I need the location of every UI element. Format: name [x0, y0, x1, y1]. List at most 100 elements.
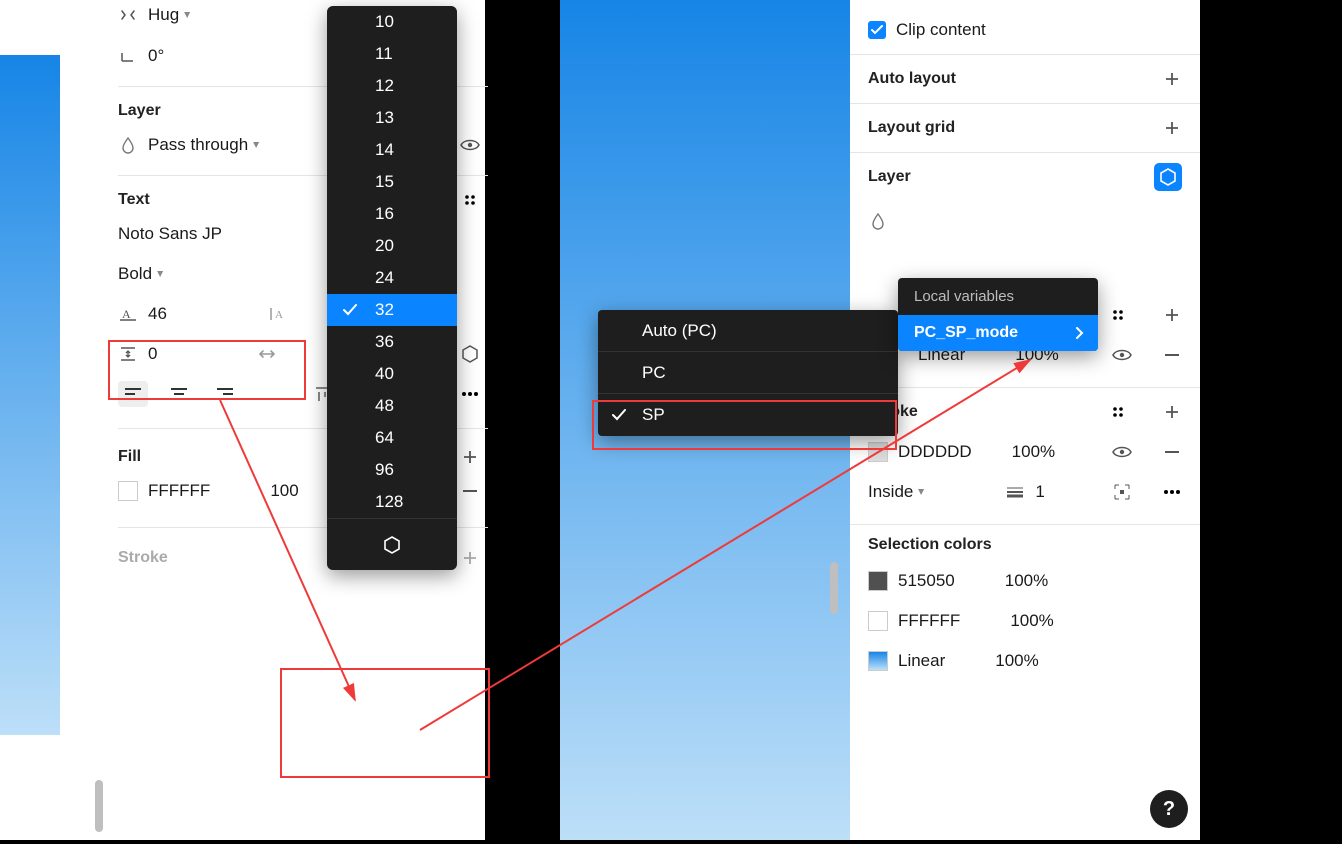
- plus-icon[interactable]: [1162, 69, 1182, 89]
- scrollbar-thumb[interactable]: [95, 780, 103, 832]
- more-icon[interactable]: [460, 384, 480, 404]
- font-size-option[interactable]: 40: [327, 358, 457, 390]
- selection-color-row[interactable]: 515050100%: [868, 561, 1182, 601]
- eye-icon[interactable]: [1112, 345, 1132, 365]
- font-size-label: 20: [375, 236, 394, 256]
- stroke-weight-value[interactable]: 1: [1035, 482, 1044, 502]
- plus-icon[interactable]: [460, 447, 480, 467]
- selection-colors-title: Selection colors: [868, 536, 992, 554]
- minus-icon[interactable]: [1162, 345, 1182, 365]
- font-size-option[interactable]: 15: [327, 166, 457, 198]
- annotation-box: [592, 400, 897, 450]
- font-size-option[interactable]: 36: [327, 326, 457, 358]
- font-size-option[interactable]: 128: [327, 486, 457, 518]
- stroke-position-select[interactable]: Inside ▸: [868, 482, 925, 502]
- stroke-position-label: Inside: [868, 482, 913, 502]
- stroke-opacity[interactable]: 100%: [1012, 442, 1055, 462]
- stroke-weight-icon: [1005, 482, 1025, 502]
- font-size-dropdown[interactable]: 10 11 12 13 14 15 16 20 24 323640 48 64 96 128: [327, 6, 457, 570]
- selection-colors-header: Selection colors: [868, 529, 1182, 561]
- font-size-option[interactable]: 96: [327, 454, 457, 486]
- font-size-label: 10: [375, 12, 394, 32]
- color-swatch[interactable]: [868, 651, 888, 671]
- selection-color-row[interactable]: Linear100%: [868, 641, 1182, 681]
- blend-mode-row[interactable]: [868, 201, 1182, 241]
- mode-auto-option[interactable]: Auto (PC): [598, 310, 898, 352]
- font-size-option[interactable]: 10: [327, 6, 457, 38]
- rotation-value[interactable]: 0°: [148, 46, 164, 66]
- fill-hex-value[interactable]: FFFFFF: [148, 481, 210, 501]
- style-dots-icon[interactable]: [460, 190, 480, 210]
- chevron-down-icon: ▸: [915, 489, 929, 495]
- design-panel-right: Clip content Auto layout Layout grid: [850, 0, 1200, 840]
- eye-icon[interactable]: [460, 135, 480, 155]
- color-swatch[interactable]: [118, 481, 138, 501]
- mode-pc-option[interactable]: PC: [598, 352, 898, 394]
- help-button[interactable]: ?: [1150, 790, 1188, 828]
- style-dots-icon[interactable]: [1108, 402, 1128, 422]
- font-size-label: 15: [375, 172, 394, 192]
- eye-icon[interactable]: [1112, 442, 1132, 462]
- resize-hug-icon: [118, 5, 138, 25]
- font-size-option[interactable]: 24: [327, 262, 457, 294]
- font-size-option[interactable]: 16: [327, 198, 457, 230]
- letter-spacing-icon: A: [267, 304, 287, 324]
- stroke-title: Stroke: [118, 549, 168, 567]
- clip-content-row[interactable]: Clip content: [868, 10, 1182, 50]
- more-icon[interactable]: [1162, 482, 1182, 502]
- font-size-option[interactable]: 48: [327, 390, 457, 422]
- color-swatch[interactable]: [868, 571, 888, 591]
- clip-content-label: Clip content: [896, 20, 986, 40]
- font-size-label: 12: [375, 76, 394, 96]
- color-hex-label: Linear: [898, 651, 945, 671]
- fill-title: Fill: [118, 448, 141, 466]
- selection-color-row[interactable]: FFFFFF 100%: [868, 601, 1182, 641]
- apply-variable-button[interactable]: [1154, 163, 1182, 191]
- scrollbar-thumb[interactable]: [830, 562, 838, 614]
- minus-icon[interactable]: [1162, 442, 1182, 462]
- font-size-label: 14: [375, 140, 394, 160]
- blend-mode-label: Pass through: [148, 135, 248, 155]
- auto-layout-header: Auto layout: [868, 59, 1182, 99]
- font-size-option[interactable]: 14: [327, 134, 457, 166]
- font-size-option[interactable]: 11: [327, 38, 457, 70]
- text-title: Text: [118, 191, 150, 209]
- font-size-option[interactable]: 20: [327, 230, 457, 262]
- local-variables-menu[interactable]: Local variables PC_SP_mode: [898, 278, 1098, 351]
- color-swatch[interactable]: [868, 611, 888, 631]
- font-size-label: 128: [375, 492, 403, 512]
- variable-hexagon-icon[interactable]: [460, 344, 480, 364]
- stroke-color-row: DDDDDD 100%: [868, 432, 1182, 472]
- plus-icon[interactable]: [1162, 305, 1182, 325]
- color-opacity-label: 100%: [1005, 571, 1048, 591]
- font-size-option[interactable]: 13: [327, 102, 457, 134]
- plus-icon[interactable]: [1162, 402, 1182, 422]
- font-size-label: 24: [375, 268, 394, 288]
- apply-variable-option[interactable]: [327, 518, 457, 570]
- local-variables-header: Local variables: [898, 278, 1098, 315]
- font-size-label: 96: [375, 460, 394, 480]
- layout-grid-header: Layout grid: [868, 108, 1182, 148]
- checkbox-checked-icon[interactable]: [868, 21, 886, 39]
- fill-opacity-value[interactable]: 100: [270, 481, 298, 501]
- font-size-option[interactable]: 32: [327, 294, 457, 326]
- line-height-value[interactable]: 46: [148, 304, 167, 324]
- font-size-option[interactable]: 64: [327, 422, 457, 454]
- font-size-label: 64: [375, 428, 394, 448]
- angle-icon: [118, 46, 138, 66]
- color-opacity-label: 100%: [1010, 611, 1053, 631]
- style-dots-icon[interactable]: [1108, 305, 1128, 325]
- hug-select[interactable]: Hug ▸: [148, 5, 191, 25]
- stroke-hex[interactable]: DDDDDD: [898, 442, 972, 462]
- plus-icon[interactable]: [460, 548, 480, 568]
- droplet-icon: [868, 211, 888, 231]
- font-size-option[interactable]: 12: [327, 70, 457, 102]
- plus-icon[interactable]: [1162, 118, 1182, 138]
- variable-item[interactable]: PC_SP_mode: [898, 315, 1098, 351]
- color-hex-label: FFFFFF: [898, 611, 960, 631]
- stroke-detail-row: Inside ▸ 1: [868, 472, 1182, 512]
- minus-icon[interactable]: [460, 481, 480, 501]
- mode-pc-label: PC: [642, 363, 666, 383]
- stroke-per-side-icon[interactable]: [1112, 482, 1132, 502]
- font-size-label: 48: [375, 396, 394, 416]
